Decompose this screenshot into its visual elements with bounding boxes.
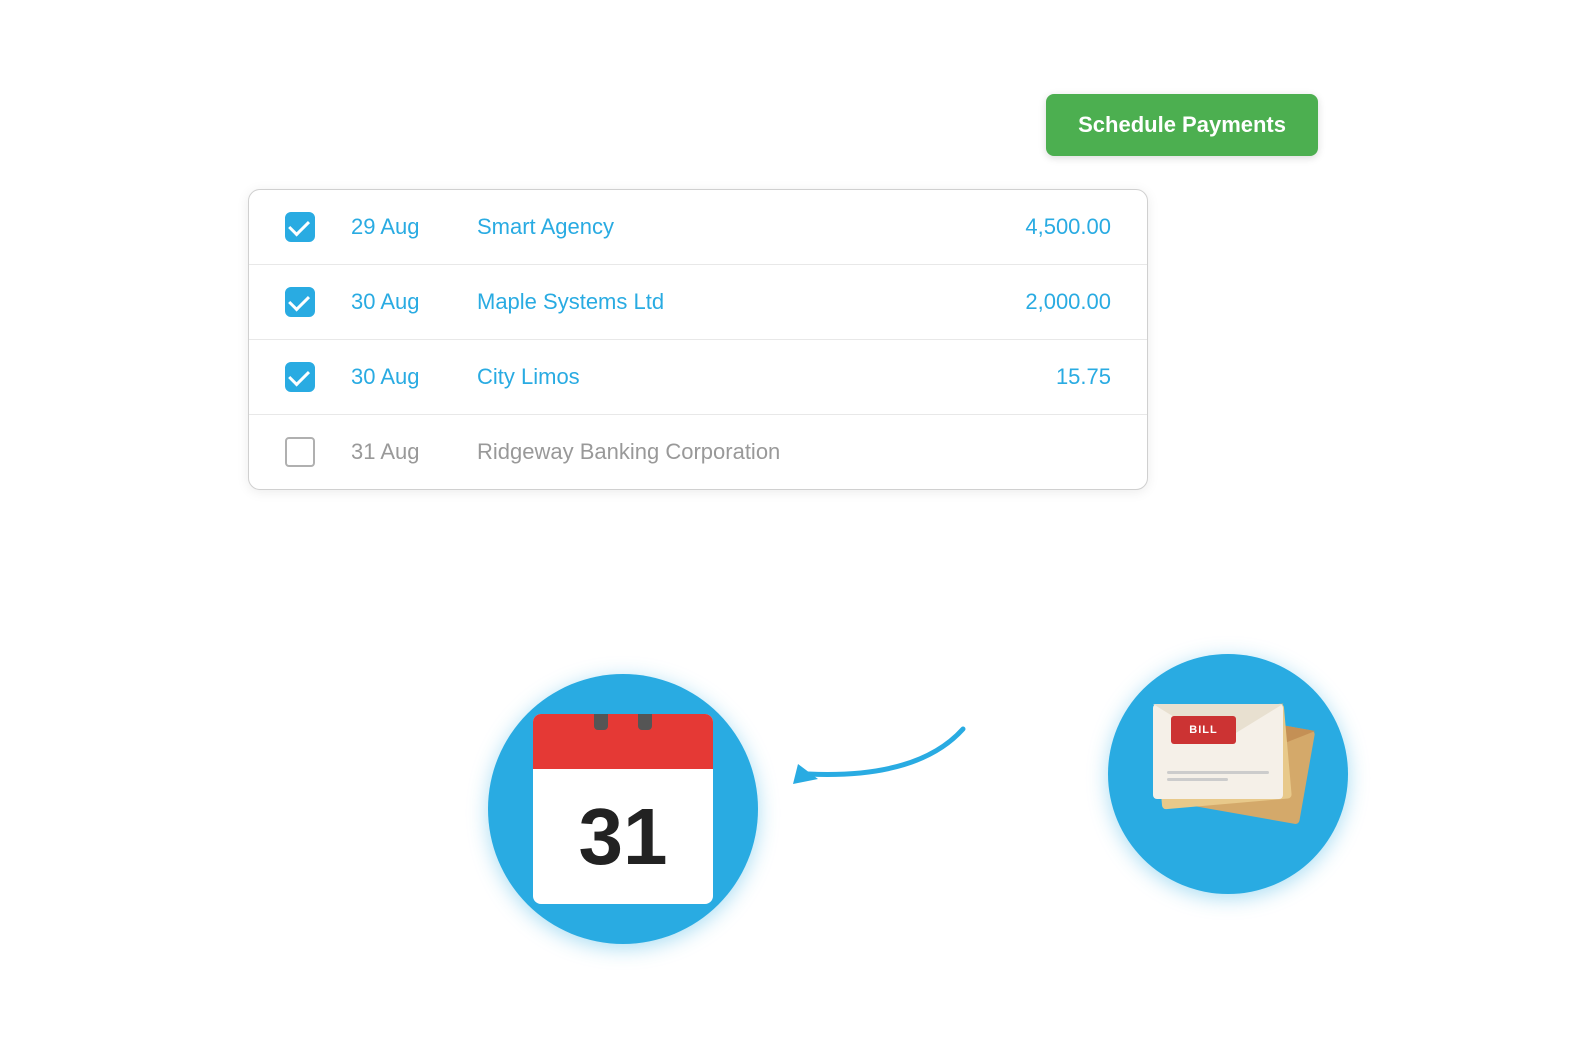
calendar-ring-right: [638, 714, 652, 730]
bill-line-1: [1167, 771, 1269, 774]
calendar-ring-left: [594, 714, 608, 730]
table-row: 30 Aug City Limos 15.75: [249, 340, 1147, 415]
row-1-name: Smart Agency: [477, 214, 955, 240]
table-row: 29 Aug Smart Agency 4,500.00: [249, 190, 1147, 265]
calendar-body: 31: [533, 769, 713, 904]
row-4-checkbox[interactable]: [285, 437, 315, 467]
row-2-checkbox[interactable]: [285, 287, 315, 317]
payment-list-card: 29 Aug Smart Agency 4,500.00 30 Aug Mapl…: [248, 189, 1148, 490]
arrow-container: [778, 699, 978, 799]
bills-circle: BILL: [1108, 654, 1348, 894]
row-3-amount: 15.75: [991, 364, 1111, 390]
table-row: 30 Aug Maple Systems Ltd 2,000.00: [249, 265, 1147, 340]
row-2-amount: 2,000.00: [991, 289, 1111, 315]
row-1-amount: 4,500.00: [991, 214, 1111, 240]
row-3-date: 30 Aug: [351, 364, 441, 390]
bill-stamp-text: BILL: [1189, 724, 1217, 736]
row-2-name: Maple Systems Ltd: [477, 289, 955, 315]
main-scene: Schedule Payments 29 Aug Smart Agency 4,…: [198, 74, 1398, 974]
calendar-rings: [594, 714, 652, 730]
row-1-checkbox[interactable]: [285, 212, 315, 242]
bill-lines: [1167, 771, 1269, 785]
row-4-date: 31 Aug: [351, 439, 441, 465]
envelope-front: BILL: [1153, 704, 1283, 799]
arrow-icon: [778, 699, 978, 799]
calendar-circle: 31: [488, 674, 758, 944]
table-row: 31 Aug Ridgeway Banking Corporation: [249, 415, 1147, 489]
schedule-payments-button[interactable]: Schedule Payments: [1046, 94, 1318, 156]
row-3-name: City Limos: [477, 364, 955, 390]
bill-stamp: BILL: [1171, 716, 1236, 744]
calendar-header: [533, 714, 713, 769]
row-1-date: 29 Aug: [351, 214, 441, 240]
bill-line-2: [1167, 778, 1228, 781]
calendar-day: 31: [579, 797, 668, 877]
envelopes-icon: BILL: [1148, 704, 1308, 844]
row-3-checkbox[interactable]: [285, 362, 315, 392]
calendar-icon: 31: [533, 714, 713, 904]
row-4-name: Ridgeway Banking Corporation: [477, 439, 955, 465]
row-2-date: 30 Aug: [351, 289, 441, 315]
